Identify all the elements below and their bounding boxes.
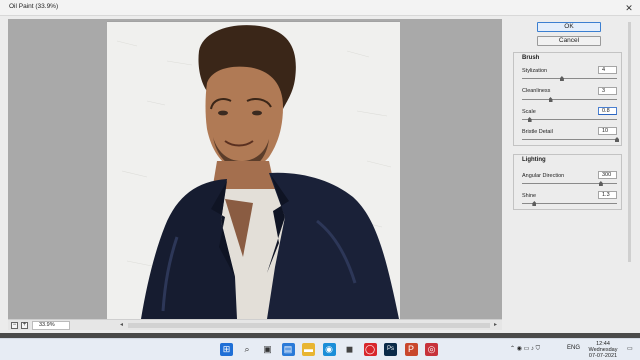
lighting-panel: Lighting Angular Direction 300 Shine 1.3 xyxy=(513,154,622,210)
vertical-scrollbar-thumb[interactable] xyxy=(628,22,631,262)
lighting-panel-title: Lighting xyxy=(522,157,546,163)
close-icon[interactable]: ✕ xyxy=(621,2,637,14)
brush-panel-title: Brush xyxy=(522,55,540,61)
angular-direction-slider-thumb[interactable] xyxy=(598,181,603,186)
stylization-slider-thumb[interactable] xyxy=(559,76,564,81)
cleanliness-label: Cleanliness xyxy=(522,88,551,94)
status-bar: − + 33.9% ◂ ▸ xyxy=(8,319,502,330)
windows-start-icon[interactable]: ⊞ xyxy=(220,343,233,356)
bristle-detail-slider-thumb[interactable] xyxy=(615,137,619,142)
record-icon[interactable]: ◎ xyxy=(425,343,438,356)
taskbar: ⊞ ⌕ ▣ ▤ ▬ ◉ ◼ ◯ Ps P ◎ ⌃ ◉ ▭ ♪ ⛉ ENG 12:44 Wednesd… xyxy=(0,338,640,360)
shine-field[interactable]: 1.3 xyxy=(598,191,617,199)
scale-label: Scale xyxy=(522,109,536,115)
scale-slider[interactable] xyxy=(522,117,617,122)
bristle-detail-slider[interactable] xyxy=(522,137,619,142)
clock[interactable]: 12:44 Wednesday 07-07-2021 xyxy=(583,341,623,359)
window-title: Oil Paint (33.9%) xyxy=(9,3,59,10)
clock-date: 07-07-2021 xyxy=(588,353,618,359)
horizontal-scrollbar[interactable] xyxy=(128,323,490,328)
tray-icons[interactable]: ⌃ ◉ ▭ ♪ ⛉ xyxy=(510,345,540,353)
oil-paint-dialog: Oil Paint (33.9%) ✕ − + 33.9% ◂ ▸ OK Can… xyxy=(0,0,640,333)
store-icon[interactable]: ◼ xyxy=(343,343,356,356)
cleanliness-slider-thumb[interactable] xyxy=(548,97,553,102)
scale-slider-thumb[interactable] xyxy=(527,117,532,122)
ok-button[interactable]: OK xyxy=(537,22,601,32)
zoom-in-button[interactable]: + xyxy=(21,322,28,329)
opera-icon[interactable]: ◯ xyxy=(363,343,377,356)
zoom-out-button[interactable]: − xyxy=(11,322,18,329)
scale-field[interactable]: 0.8 xyxy=(598,107,617,115)
shine-slider-thumb[interactable] xyxy=(532,201,537,206)
file-explorer-icon[interactable]: ▬ xyxy=(302,343,315,356)
stylization-label: Stylization xyxy=(522,68,548,74)
cleanliness-field[interactable]: 3 xyxy=(598,87,617,95)
vertical-scrollbar[interactable] xyxy=(626,22,634,318)
widgets-icon[interactable]: ▤ xyxy=(281,343,295,356)
bristle-detail-field[interactable]: 10 xyxy=(598,127,617,135)
cleanliness-slider[interactable] xyxy=(522,97,617,102)
shine-slider[interactable] xyxy=(522,201,617,206)
edge-icon[interactable]: ◉ xyxy=(322,343,336,356)
cancel-button[interactable]: Cancel xyxy=(537,36,601,46)
preview-image[interactable] xyxy=(107,21,400,319)
oil-paint-portrait xyxy=(107,21,400,319)
powerpoint-icon[interactable]: P xyxy=(404,343,418,356)
angular-direction-slider[interactable] xyxy=(522,181,617,186)
preview-area xyxy=(8,19,502,319)
language-indicator[interactable]: ENG xyxy=(567,345,580,351)
task-view-icon[interactable]: ▣ xyxy=(261,343,274,356)
notification-icon[interactable]: ▭ xyxy=(627,345,633,352)
scroll-left-icon[interactable]: ◂ xyxy=(120,321,123,328)
search-icon[interactable]: ⌕ xyxy=(241,343,254,356)
scroll-right-icon[interactable]: ▸ xyxy=(494,321,497,328)
photoshop-icon[interactable]: Ps xyxy=(384,343,397,356)
bristle-detail-label: Bristle Detail xyxy=(522,129,553,135)
stylization-field[interactable]: 4 xyxy=(598,66,617,74)
zoom-level-field[interactable]: 33.9% xyxy=(32,321,70,330)
title-bar: Oil Paint (33.9%) ✕ xyxy=(0,0,640,16)
angular-direction-field[interactable]: 300 xyxy=(598,171,617,179)
brush-panel: Brush Stylization 4 Cleanliness 3 Scale … xyxy=(513,52,622,146)
shine-label: Shine xyxy=(522,193,537,199)
angular-direction-label: Angular Direction xyxy=(522,173,565,179)
stylization-slider[interactable] xyxy=(522,76,617,81)
